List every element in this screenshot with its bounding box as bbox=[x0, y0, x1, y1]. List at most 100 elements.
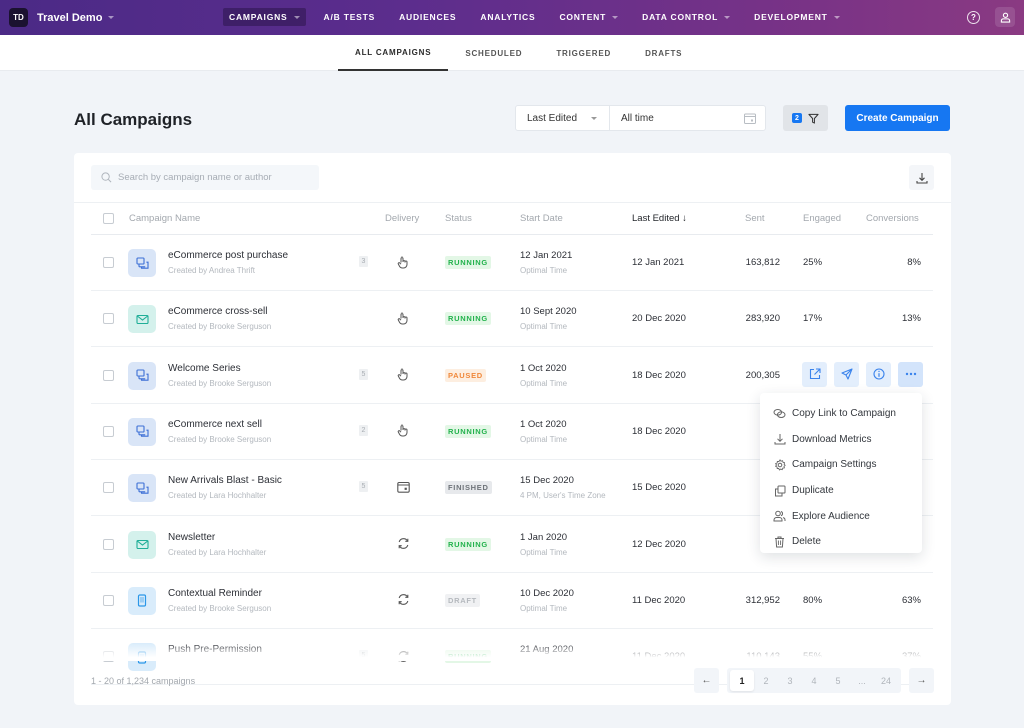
page-button[interactable]: 24 bbox=[874, 670, 898, 691]
tab-drafts[interactable]: DRAFTS bbox=[628, 35, 699, 71]
row-actions bbox=[802, 361, 923, 387]
page-button[interactable]: 1 bbox=[730, 670, 754, 691]
page-button[interactable]: 2 bbox=[754, 670, 778, 691]
nav-item-label: CONTENT bbox=[559, 12, 607, 22]
menu-item-label: Explore Audience bbox=[792, 510, 870, 522]
nav-item-audiences[interactable]: AUDIENCES bbox=[393, 8, 462, 26]
page-button[interactable]: 4 bbox=[802, 670, 826, 691]
chevron-down-icon bbox=[108, 16, 115, 19]
campaign-name[interactable]: eCommerce cross-sell bbox=[168, 306, 267, 317]
menu-item-label: Duplicate bbox=[792, 485, 834, 497]
workspace-switcher[interactable]: TD Travel Demo bbox=[9, 8, 115, 27]
more-button[interactable] bbox=[898, 361, 923, 387]
row-checkbox[interactable] bbox=[103, 594, 114, 606]
prev-page-button[interactable]: ← bbox=[694, 668, 719, 693]
trash-icon bbox=[773, 535, 786, 548]
help-circle-icon[interactable]: ? bbox=[967, 10, 980, 24]
status-badge: RUNNING bbox=[445, 312, 491, 326]
menu-item-label: Campaign Settings bbox=[792, 459, 877, 471]
scheduled-delivery-icon bbox=[396, 480, 410, 494]
date-range-picker[interactable]: All time bbox=[609, 105, 766, 131]
search-input[interactable]: Search by campaign name or author bbox=[91, 165, 319, 190]
tab-all-campaigns[interactable]: ALL CAMPAIGNS bbox=[338, 35, 449, 71]
tab-triggered[interactable]: TRIGGERED bbox=[539, 35, 628, 71]
campaign-name[interactable]: Contextual Reminder bbox=[168, 588, 262, 599]
start-time: Optimal Time bbox=[520, 603, 568, 613]
menu-item-explore-audience[interactable]: Explore Audience bbox=[760, 503, 922, 529]
info-button[interactable] bbox=[866, 361, 891, 387]
nav-item-a-b-tests[interactable]: A/B TESTS bbox=[318, 8, 382, 26]
open-external-icon bbox=[809, 368, 821, 380]
row-context-menu: Copy Link to Campaign Download Metrics Cam… bbox=[760, 393, 922, 553]
campaign-author: Created by Andrea Thrift bbox=[168, 266, 256, 275]
nav-item-content[interactable]: CONTENT bbox=[553, 8, 624, 26]
menu-item-download-metrics[interactable]: Download Metrics bbox=[760, 427, 922, 453]
page-button[interactable]: 5 bbox=[826, 670, 850, 691]
select-all-checkbox[interactable] bbox=[103, 213, 114, 224]
col-sent[interactable]: Sent bbox=[745, 213, 765, 224]
col-start-date[interactable]: Start Date bbox=[520, 213, 563, 224]
start-time: Optimal Time bbox=[520, 547, 568, 557]
campaign-name[interactable]: eCommerce post purchase bbox=[168, 250, 288, 261]
row-checkbox[interactable] bbox=[103, 313, 114, 325]
menu-item-campaign-settings[interactable]: Campaign Settings bbox=[760, 452, 922, 478]
table-row[interactable]: Contextual Reminder Created by Brooke Ser… bbox=[91, 573, 933, 629]
campaign-author: Created by Brooke Serguson bbox=[168, 378, 272, 388]
page-title: All Campaigns bbox=[74, 110, 193, 129]
menu-item-copy-link-to-campaign[interactable]: Copy Link to Campaign bbox=[760, 401, 922, 427]
menu-item-delete[interactable]: Delete bbox=[760, 529, 922, 555]
export-button[interactable] bbox=[909, 165, 934, 190]
engaged-rate: 25% bbox=[803, 257, 823, 268]
campaign-name[interactable]: New Arrivals Blast - Basic bbox=[168, 475, 282, 486]
campaign-name[interactable]: Newsletter bbox=[168, 532, 215, 543]
nav-item-analytics[interactable]: ANALYTICS bbox=[474, 8, 541, 26]
multichannel-icon bbox=[128, 417, 156, 446]
search-placeholder: Search by campaign name or author bbox=[118, 172, 272, 183]
page-button[interactable]: 3 bbox=[778, 670, 802, 691]
col-campaign-name[interactable]: Campaign Name bbox=[129, 213, 200, 224]
scroll-fade bbox=[74, 643, 951, 661]
last-edited: 12 Dec 2020 bbox=[632, 538, 686, 550]
nav-item-data-control[interactable]: DATA CONTROL bbox=[636, 8, 736, 26]
sort-select[interactable]: Last Edited bbox=[515, 105, 610, 131]
col-status[interactable]: Status bbox=[445, 213, 472, 224]
row-checkbox[interactable] bbox=[103, 369, 114, 381]
nav-item-campaigns[interactable]: CAMPAIGNS bbox=[223, 8, 306, 26]
row-checkbox[interactable] bbox=[103, 538, 114, 550]
tab-scheduled[interactable]: SCHEDULED bbox=[448, 35, 539, 71]
campaign-name[interactable]: Welcome Series bbox=[168, 363, 241, 374]
user-menu-button[interactable] bbox=[995, 7, 1015, 27]
row-checkbox[interactable] bbox=[103, 425, 114, 437]
col-conversions[interactable]: Conversions bbox=[866, 213, 919, 224]
variant-count-badge: 3 bbox=[359, 256, 368, 267]
table-row[interactable]: eCommerce cross-sell Created by Brooke Se… bbox=[91, 291, 933, 348]
engaged-rate: 80% bbox=[803, 594, 823, 606]
sent-count: 163,812 bbox=[745, 257, 780, 268]
send-button[interactable] bbox=[834, 361, 859, 387]
start-time: 4 PM, User's Time Zone bbox=[520, 491, 606, 501]
row-checkbox[interactable] bbox=[103, 257, 114, 268]
menu-item-duplicate[interactable]: Duplicate bbox=[760, 478, 922, 504]
variant-count-badge: 5 bbox=[359, 368, 368, 380]
sent-count: 283,920 bbox=[745, 313, 780, 325]
filter-button[interactable]: 2 bbox=[783, 105, 828, 131]
col-last-edited[interactable]: Last Edited ↓ bbox=[632, 213, 687, 224]
workspace-avatar: TD bbox=[9, 8, 28, 27]
email-icon bbox=[128, 305, 156, 334]
col-delivery[interactable]: Delivery bbox=[385, 213, 419, 224]
table-row[interactable]: eCommerce post purchase Created by Andrea… bbox=[91, 235, 933, 291]
sent-count: 312,952 bbox=[745, 594, 780, 606]
start-time: Optimal Time bbox=[520, 322, 568, 332]
row-checkbox[interactable] bbox=[103, 482, 114, 494]
col-engaged[interactable]: Engaged bbox=[803, 213, 841, 224]
create-campaign-button[interactable]: Create Campaign bbox=[845, 105, 950, 131]
open-external-button[interactable] bbox=[802, 361, 827, 387]
next-page-button[interactable]: → bbox=[909, 668, 934, 693]
menu-item-label: Copy Link to Campaign bbox=[792, 408, 896, 420]
link-icon bbox=[773, 407, 786, 420]
campaign-name[interactable]: eCommerce next sell bbox=[168, 419, 262, 430]
push-notification-icon bbox=[128, 586, 156, 615]
menu-item-label: Delete bbox=[792, 536, 821, 548]
search-icon bbox=[101, 172, 112, 183]
nav-item-development[interactable]: DEVELOPMENT bbox=[748, 8, 846, 26]
